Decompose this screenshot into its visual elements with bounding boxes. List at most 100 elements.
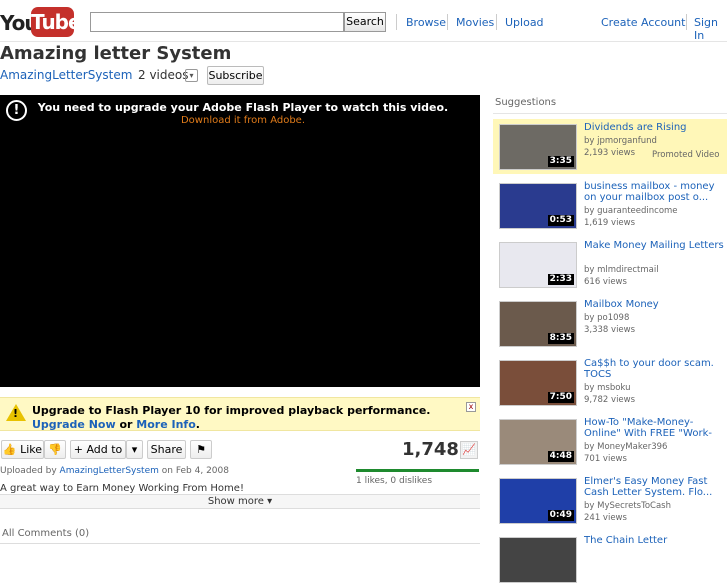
upgrade-text-part: . <box>195 418 200 431</box>
like-label: Like <box>20 443 43 456</box>
video-duration: 7:50 <box>547 392 574 403</box>
nav-divider <box>686 14 687 30</box>
suggestion-uploader: by MySecretsToCash <box>584 501 671 511</box>
thumbs-up-icon: 👍 <box>2 443 17 456</box>
video-thumbnail[interactable]: 0:53 <box>499 183 577 229</box>
nav-divider <box>396 14 397 30</box>
warning-triangle-icon: ! <box>6 404 26 421</box>
share-button[interactable]: Share <box>147 440 186 459</box>
suggestion-views: 241 views <box>584 513 627 523</box>
video-thumbnail[interactable]: 3:35 <box>499 124 577 170</box>
suggestion-views: 616 views <box>584 277 627 287</box>
show-more-button[interactable]: Show more ▾ <box>0 494 480 509</box>
promoted-label: Promoted Video <box>652 150 720 160</box>
suggestion-item[interactable]: 3:35 Dividends are Rising by jpmorganfund 2… <box>493 119 727 174</box>
video-duration: 0:49 <box>547 510 574 521</box>
suggestion-item[interactable]: 2:33 Make Money Mailing Letters by mlmdire… <box>493 237 727 292</box>
suggestion-title[interactable]: The Chain Letter <box>584 535 724 546</box>
video-duration: 3:35 <box>547 156 574 167</box>
video-thumbnail[interactable]: 4:48 <box>499 419 577 465</box>
divider <box>0 543 480 544</box>
suggestion-title[interactable]: Mailbox Money <box>584 299 724 310</box>
videos-count: 2 videos <box>138 68 189 82</box>
suggestion-title[interactable]: Ca$$h to your door scam. TOCS <box>584 358 724 380</box>
channel-link[interactable]: AmazingLetterSystem <box>0 68 132 82</box>
like-ratio-bar <box>356 469 479 472</box>
suggestion-uploader: by msboku <box>584 383 631 393</box>
uploader-link[interactable]: AmazingLetterSystem <box>60 466 159 476</box>
logo-tube: Tube <box>31 7 82 37</box>
suggestion-uploader: by guaranteedincome <box>584 206 678 216</box>
nav-movies[interactable]: Movies <box>456 16 494 29</box>
subscribe-button[interactable]: Subscribe <box>207 66 264 85</box>
dislike-button[interactable]: 👎 <box>44 440 66 459</box>
video-thumbnail[interactable]: 0:49 <box>499 478 577 524</box>
plus-icon: + <box>73 443 83 456</box>
suggestion-item[interactable]: 7:50 Ca$$h to your door scam. TOCS by msbo… <box>493 355 727 410</box>
header: You Tube Search Browse Movies Upload Cre… <box>0 0 727 42</box>
uploaded-prefix: Uploaded by <box>0 466 60 476</box>
add-to-button[interactable]: + Add to <box>70 440 126 459</box>
create-account-link[interactable]: Create Account <box>601 16 685 29</box>
flash-upgrade-message: You need to upgrade your Adobe Flash Pla… <box>37 101 449 114</box>
add-to-label: Add to <box>86 443 123 456</box>
likes-summary: 1 likes, 0 dislikes <box>356 476 433 486</box>
suggestion-views: 1,619 views <box>584 218 636 228</box>
search-input[interactable] <box>90 12 344 32</box>
nav-upload[interactable]: Upload <box>505 16 544 29</box>
nav-divider <box>496 14 497 30</box>
nav-browse[interactable]: Browse <box>406 16 446 29</box>
video-duration: 4:48 <box>547 451 574 462</box>
view-count: 1,748 <box>402 439 459 460</box>
video-player[interactable]: ! You need to upgrade your Adobe Flash P… <box>0 95 480 387</box>
like-button[interactable]: 👍 Like <box>1 440 44 459</box>
upgrade-notice: ! Upgrade to Flash Player 10 for improve… <box>0 397 480 431</box>
thumbs-down-icon: 👎 <box>48 443 62 456</box>
suggestion-item[interactable]: 0:53 business mailbox - money on your mai… <box>493 178 727 233</box>
sign-in-link[interactable]: Sign In <box>694 16 727 42</box>
suggestion-views: 9,782 views <box>584 395 636 405</box>
suggestion-item[interactable]: 0:49 Elmer's Easy Money Fast Cash Letter … <box>493 473 727 528</box>
download-flash-link[interactable]: Download it from Adobe. <box>0 115 486 126</box>
suggestion-uploader: by jpmorganfund <box>584 136 657 146</box>
close-icon[interactable]: x <box>466 402 476 412</box>
suggestion-title[interactable]: How-To "Make-Money-Online" With FREE "Wo… <box>584 417 724 440</box>
suggestion-item[interactable]: The Chain Letter <box>493 532 727 587</box>
video-thumbnail[interactable]: 8:35 <box>499 301 577 347</box>
suggestion-views: 2,193 views <box>584 148 636 158</box>
search-button[interactable]: Search <box>344 12 386 32</box>
suggestion-title[interactable]: business mailbox - money on your mailbox… <box>584 181 724 203</box>
video-thumbnail[interactable] <box>499 537 577 583</box>
suggestion-item[interactable]: 4:48 How-To "Make-Money-Online" With FREE… <box>493 414 727 469</box>
upgrade-text-part: or <box>115 418 137 431</box>
suggestion-uploader: by mlmdirectmail <box>584 265 659 275</box>
chevron-down-icon: ▾ <box>131 443 138 456</box>
youtube-logo[interactable]: You Tube <box>0 5 82 37</box>
stats-icon[interactable]: 📈 <box>460 441 478 459</box>
flag-button[interactable]: ⚑ <box>190 440 212 459</box>
suggestion-title[interactable]: Dividends are Rising <box>584 122 724 133</box>
flag-icon: ⚑ <box>196 443 206 456</box>
suggestion-views: 3,338 views <box>584 325 636 335</box>
nav-divider <box>447 14 448 30</box>
suggestions-heading: Suggestions <box>495 97 557 108</box>
uploaded-info: Uploaded by AmazingLetterSystem on Feb 4… <box>0 466 229 476</box>
add-to-dropdown[interactable]: ▾ <box>126 440 143 459</box>
video-description: A great way to Earn Money Working From H… <box>0 483 244 494</box>
upgrade-text-part: Upgrade to Flash Player 10 for improved … <box>32 404 431 417</box>
suggestion-views: 701 views <box>584 454 627 464</box>
suggestion-title[interactable]: Make Money Mailing Letters <box>584 240 724 251</box>
comments-heading: All Comments (0) <box>2 528 90 539</box>
upgrade-text: Upgrade to Flash Player 10 for improved … <box>32 404 457 432</box>
divider <box>493 113 727 114</box>
video-thumbnail[interactable]: 2:33 <box>499 242 577 288</box>
upgrade-now-link[interactable]: Upgrade Now <box>32 418 116 431</box>
suggestion-uploader: by po1098 <box>584 313 630 323</box>
more-info-link[interactable]: More Info <box>136 418 196 431</box>
suggestion-title[interactable]: Elmer's Easy Money Fast Cash Letter Syst… <box>584 476 724 498</box>
video-duration: 8:35 <box>547 333 574 344</box>
suggestion-item[interactable]: 8:35 Mailbox Money by po1098 3,338 views <box>493 296 727 351</box>
video-thumbnail[interactable]: 7:50 <box>499 360 577 406</box>
video-duration: 2:33 <box>547 274 574 285</box>
chevron-down-icon[interactable]: ▾ <box>185 69 198 82</box>
